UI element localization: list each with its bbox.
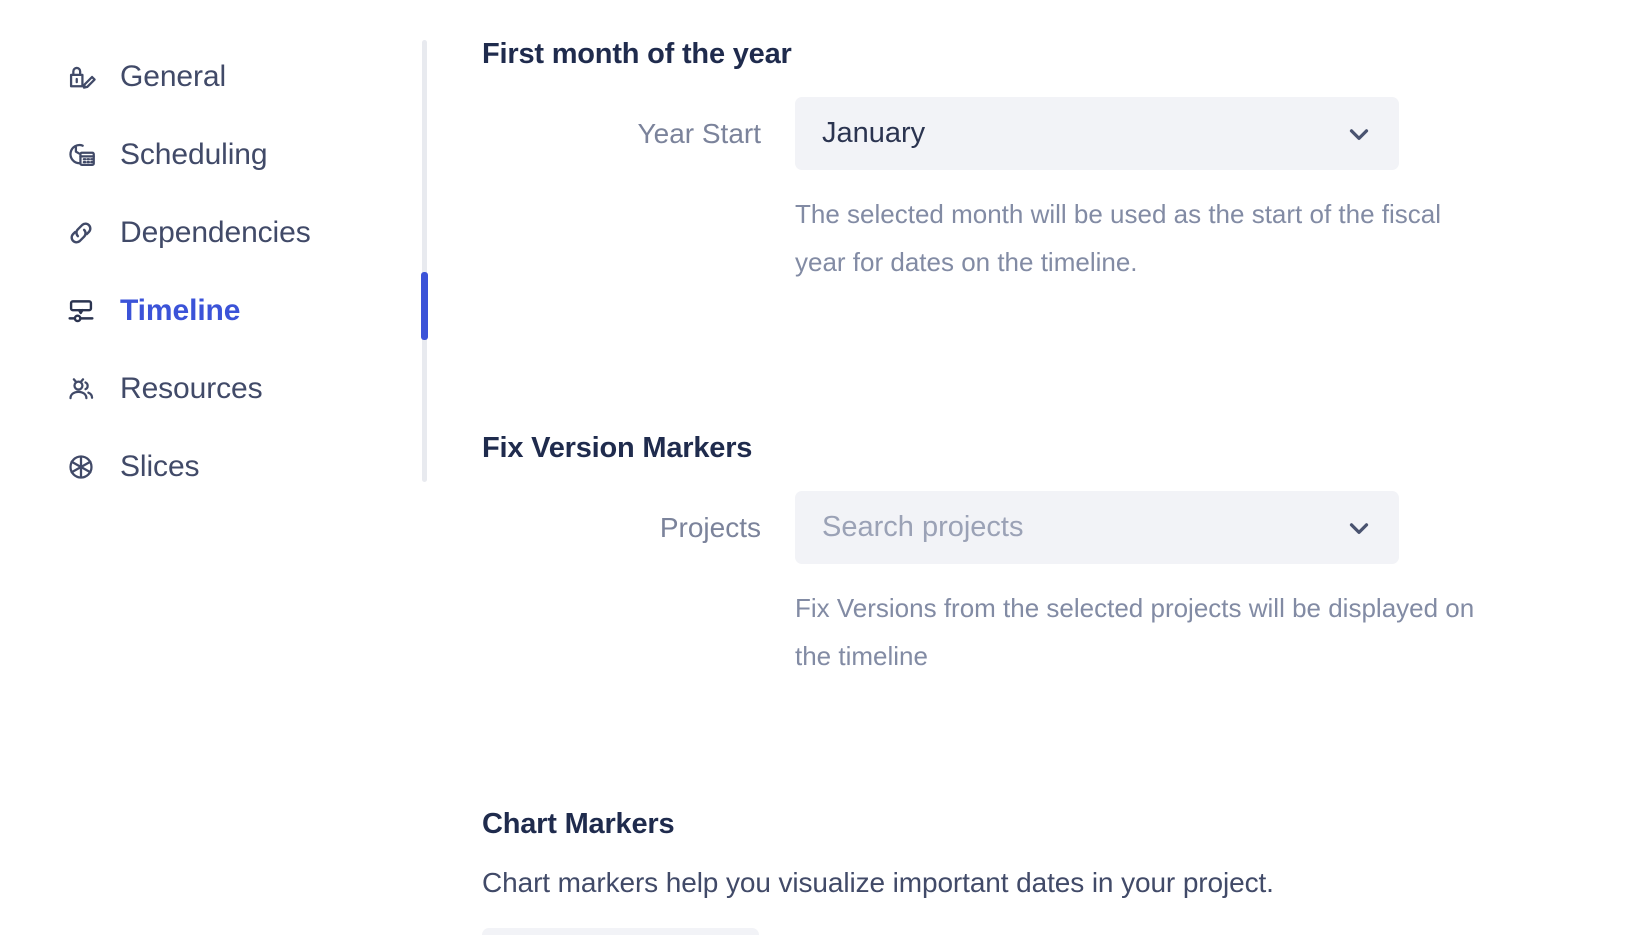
section-title: First month of the year	[482, 38, 792, 70]
settings-page: General Scheduling Dependencies Timeline…	[0, 0, 1628, 935]
year-start-field-row: Year Start January The selected month wi…	[482, 97, 1628, 286]
projects-field-row: Projects Search projects Fix Versions fr…	[482, 491, 1628, 680]
projects-select[interactable]: Search projects	[795, 491, 1399, 564]
people-icon	[64, 372, 98, 406]
chart-markers-description: Chart markers help you visualize importa…	[482, 867, 1274, 898]
sidebar-item-label: Resources	[120, 372, 263, 405]
year-start-field-column: January The selected month will be used …	[795, 97, 1475, 286]
settings-sidebar: General Scheduling Dependencies Timeline…	[0, 0, 428, 935]
sidebar-item-label: Timeline	[120, 294, 241, 327]
fix-version-markers-section: Fix Version Markers Projects Search proj…	[482, 432, 1628, 680]
section-title: Chart Markers	[482, 808, 675, 840]
year-start-helper-text: The selected month will be used as the s…	[795, 199, 1442, 277]
year-start-section: First month of the year Year Start Janua…	[482, 38, 1628, 286]
year-start-selected-value: January	[822, 117, 926, 149]
projects-label: Projects	[659, 512, 761, 543]
year-start-label: Year Start	[637, 118, 761, 149]
projects-helper-text: Fix Versions from the selected projects …	[795, 593, 1475, 671]
sidebar-item-general[interactable]: General	[0, 38, 425, 116]
pie-slices-icon	[64, 450, 98, 484]
sidebar-item-label: Scheduling	[120, 138, 268, 171]
year-start-select[interactable]: January	[795, 97, 1399, 170]
sidebar-item-scheduling[interactable]: Scheduling	[0, 116, 425, 194]
sidebar-item-label: General	[120, 60, 227, 93]
chevron-down-icon	[1344, 119, 1374, 149]
lock-edit-icon	[64, 60, 98, 94]
settings-content: First month of the year Year Start Janua…	[425, 0, 1628, 935]
sidebar-item-label: Dependencies	[120, 216, 311, 249]
sidebar-item-label: Slices	[120, 450, 200, 483]
projects-field-column: Search projects Fix Versions from the se…	[795, 491, 1475, 680]
section-title: Fix Version Markers	[482, 432, 753, 464]
timeline-icon	[64, 294, 98, 328]
sidebar-item-resources[interactable]: Resources	[0, 350, 425, 428]
new-marker-button[interactable]: New marker	[482, 928, 760, 935]
chart-markers-section: Chart Markers Chart markers help you vis…	[482, 808, 1628, 935]
sidebar-item-dependencies[interactable]: Dependencies	[0, 194, 425, 272]
clock-calendar-icon	[64, 138, 98, 172]
projects-search-input[interactable]: Search projects	[822, 511, 1344, 544]
sidebar-item-slices[interactable]: Slices	[0, 428, 425, 506]
link-icon	[64, 216, 98, 250]
sidebar-item-timeline[interactable]: Timeline	[0, 272, 425, 350]
chevron-down-icon	[1344, 513, 1374, 543]
